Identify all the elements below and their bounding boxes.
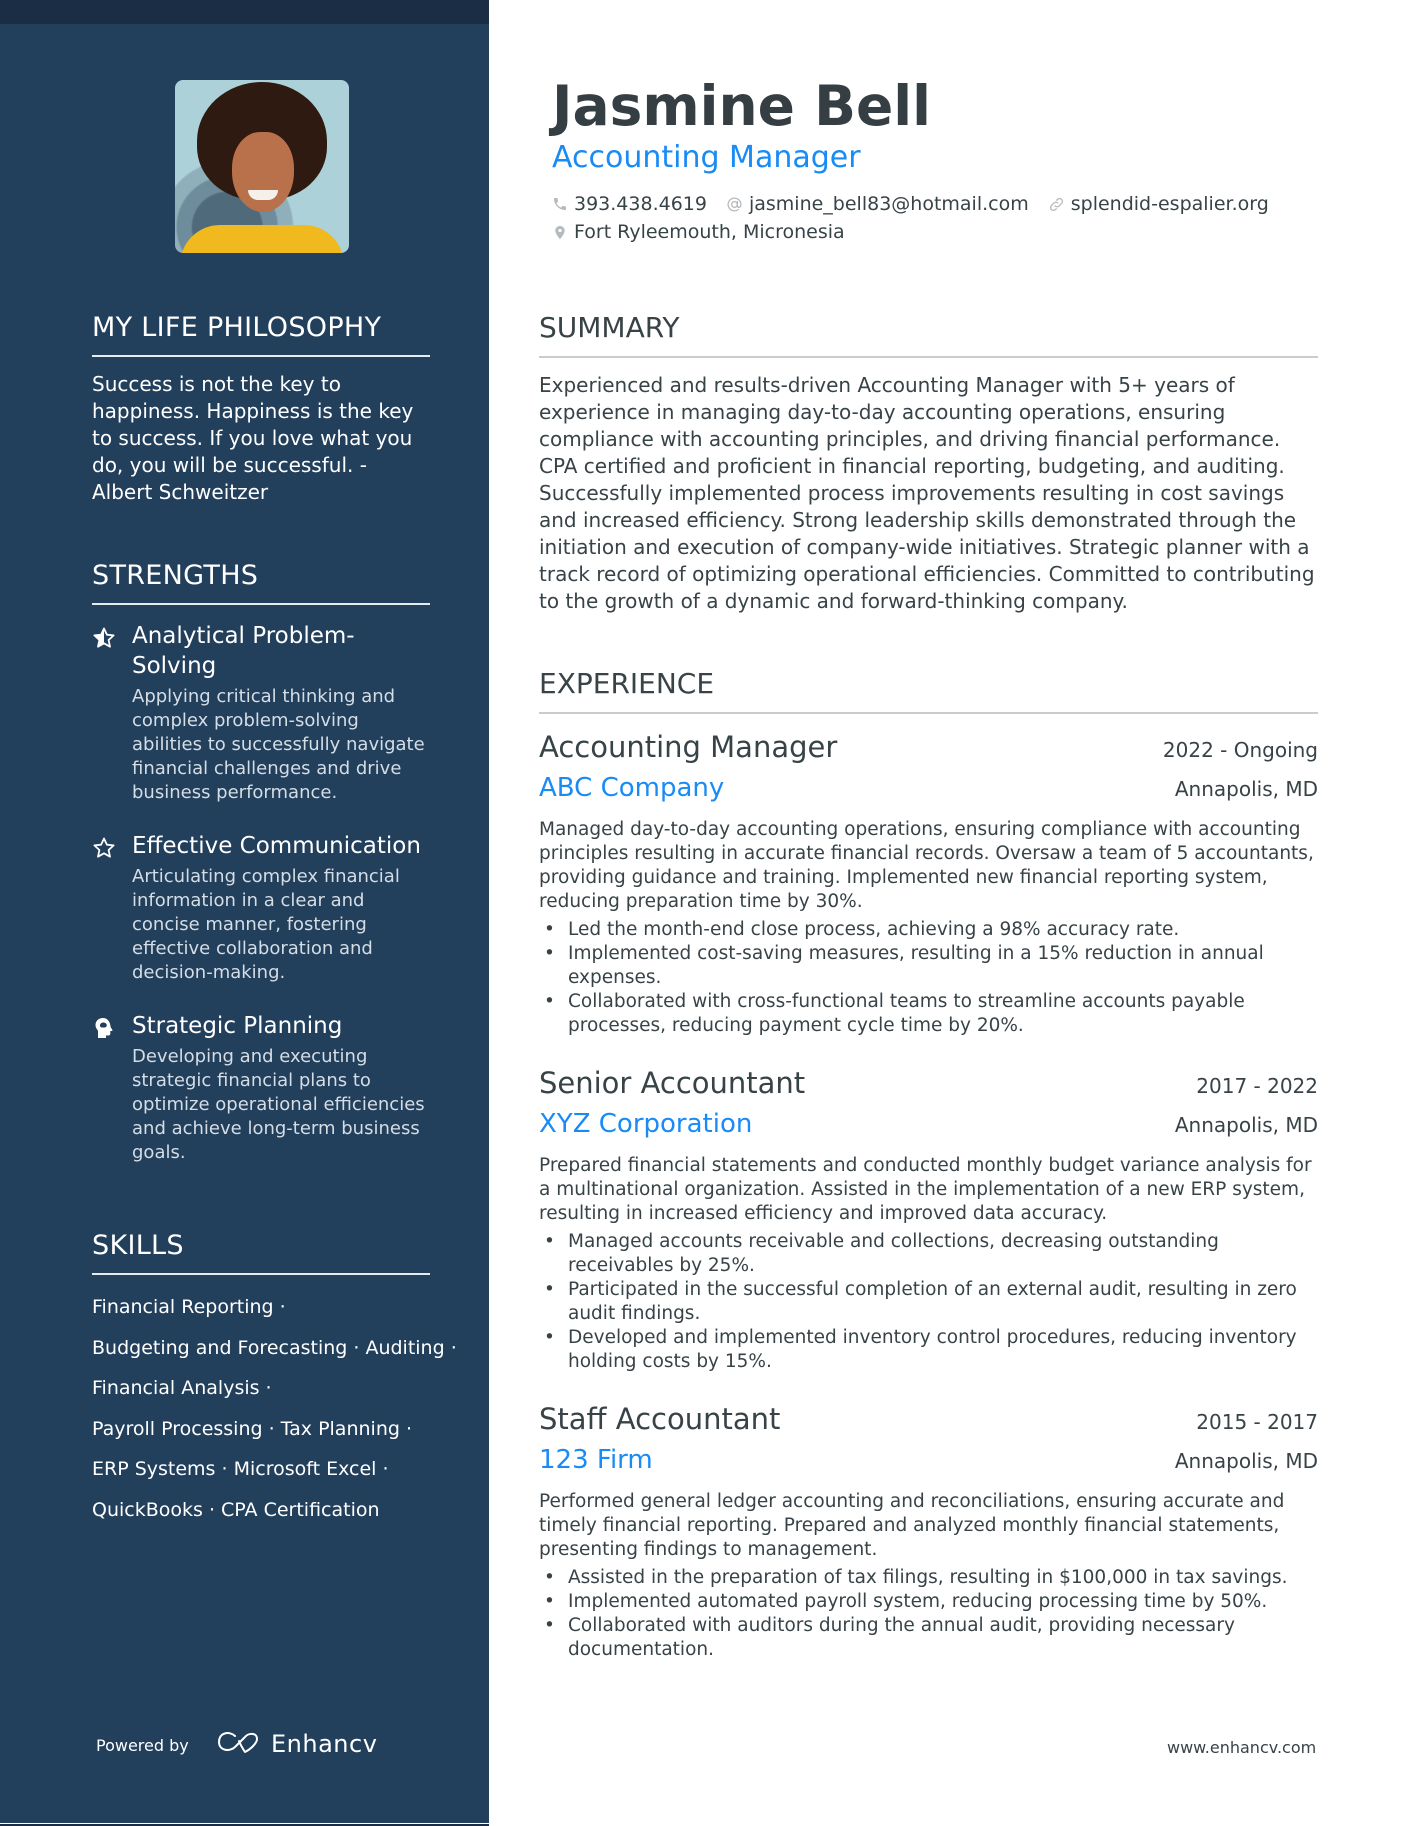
- link-icon: [1049, 197, 1063, 211]
- contact-row: 393.438.4619 jasmine_bell83@hotmail.com …: [552, 193, 1288, 215]
- job-bullets: Led the month-end close process, achievi…: [539, 918, 1318, 1038]
- job-bullet: Developed and implemented inventory cont…: [539, 1326, 1318, 1374]
- strength-description: Applying critical thinking and complex p…: [132, 686, 425, 803]
- head-brain-icon: [92, 1016, 116, 1040]
- enhancv-brand: Enhancv: [271, 1730, 378, 1758]
- experience-heading: EXPERIENCE: [539, 667, 1318, 714]
- skills-line: Payroll Processing · Tax Planning ·: [92, 1417, 412, 1440]
- summary-text: Experienced and results-driven Accountin…: [539, 373, 1315, 613]
- photo-face: [232, 132, 294, 212]
- location-text: Fort Ryleemouth, Micronesia: [574, 221, 845, 243]
- map-pin-icon: [555, 225, 565, 239]
- sidebar-top-band: [0, 0, 489, 24]
- phone-icon: [554, 198, 566, 210]
- job-title: Accounting Manager: [539, 730, 838, 764]
- job-bullet: Led the month-end close process, achievi…: [539, 918, 1318, 942]
- contact-website[interactable]: splendid-espalier.org: [1048, 193, 1269, 215]
- contact-location: Fort Ryleemouth, Micronesia: [552, 221, 845, 243]
- philosophy-heading: MY LIFE PHILOSOPHY: [92, 311, 430, 357]
- job-bullet: Managed accounts receivable and collecti…: [539, 1230, 1318, 1278]
- job-bullet: Participated in the successful completio…: [539, 1278, 1318, 1326]
- job-description: Performed general ledger accounting and …: [539, 1491, 1285, 1560]
- job-bullet: Assisted in the preparation of tax filin…: [539, 1566, 1318, 1590]
- contact-phone[interactable]: 393.438.4619: [552, 193, 707, 215]
- job-bullets: Managed accounts receivable and collecti…: [539, 1230, 1318, 1374]
- enhancv-logo[interactable]: Enhancv: [215, 1729, 377, 1759]
- skills-line: ERP Systems · Microsoft Excel ·: [92, 1458, 389, 1480]
- strength-description: Developing and executing strategic finan…: [132, 1046, 425, 1163]
- job-location: Annapolis, MD: [1174, 1113, 1318, 1137]
- job-bullets: Assisted in the preparation of tax filin…: [539, 1566, 1318, 1662]
- philosophy-quote: Success is not the key to happiness. Hap…: [92, 372, 414, 504]
- sidebar: MY LIFE PHILOSOPHY Success is not the ke…: [0, 0, 489, 1826]
- strength-description: Articulating complex financial informati…: [132, 866, 400, 983]
- job-company[interactable]: ABC Company: [539, 770, 724, 806]
- job-dates: 2015 - 2017: [1196, 1410, 1318, 1434]
- at-sign-icon: [727, 196, 742, 212]
- summary-heading: SUMMARY: [539, 311, 1318, 358]
- job-bullet: Implemented automated payroll system, re…: [539, 1590, 1318, 1614]
- skills-line: Budgeting and Forecasting · Auditing ·: [92, 1336, 457, 1359]
- summary-section: SUMMARY Experienced and results-driven A…: [539, 311, 1318, 635]
- job-company[interactable]: 123 Firm: [539, 1442, 653, 1478]
- strength-title: Effective Communication: [132, 833, 421, 859]
- strengths-heading: STRENGTHS: [92, 559, 430, 605]
- strength-item: Analytical Problem-Solving Applying crit…: [92, 621, 430, 805]
- powered-by-label: Powered by: [96, 1736, 189, 1755]
- footer-website-link[interactable]: www.enhancv.com: [1167, 1738, 1316, 1757]
- job-bullet: Collaborated with auditors during the an…: [539, 1614, 1318, 1662]
- job-company[interactable]: XYZ Corporation: [539, 1106, 752, 1142]
- experience-entry: Accounting Manager 2022 - Ongoing ABC Co…: [539, 728, 1318, 1038]
- candidate-name: Jasmine Bell: [552, 74, 932, 138]
- candidate-title: Accounting Manager: [552, 140, 861, 175]
- contact-row-location: Fort Ryleemouth, Micronesia: [552, 221, 864, 243]
- job-dates: 2017 - 2022: [1196, 1074, 1318, 1098]
- strength-title: Strategic Planning: [132, 1013, 343, 1039]
- job-description: Managed day-to-day accounting operations…: [539, 819, 1314, 912]
- experience-entry: Staff Accountant 2015 - 2017 123 Firm An…: [539, 1400, 1318, 1662]
- star-half-icon: [92, 626, 116, 650]
- strength-title: Analytical Problem-Solving: [132, 623, 355, 679]
- skills-section: SKILLS Financial Reporting · Budgeting a…: [92, 1229, 457, 1530]
- job-title: Staff Accountant: [539, 1402, 781, 1436]
- skills-line: QuickBooks · CPA Certification: [92, 1498, 380, 1521]
- job-location: Annapolis, MD: [1174, 777, 1318, 801]
- strength-item: Strategic Planning Developing and execut…: [92, 1011, 430, 1165]
- experience-entry: Senior Accountant 2017 - 2022 XYZ Corpor…: [539, 1064, 1318, 1374]
- job-bullet: Implemented cost-saving measures, result…: [539, 942, 1318, 990]
- job-title: Senior Accountant: [539, 1066, 806, 1100]
- strength-item: Effective Communication Articulating com…: [92, 831, 430, 985]
- contact-email[interactable]: jasmine_bell83@hotmail.com: [726, 193, 1029, 215]
- skills-line: Financial Reporting ·: [92, 1296, 286, 1318]
- star-outline-icon: [92, 836, 116, 860]
- experience-section: EXPERIENCE: [539, 667, 1318, 714]
- photo-sweater: [180, 225, 344, 253]
- enhancv-infinity-icon: [215, 1729, 261, 1759]
- email-text: jasmine_bell83@hotmail.com: [748, 193, 1029, 215]
- job-dates: 2022 - Ongoing: [1162, 738, 1318, 762]
- skills-heading: SKILLS: [92, 1229, 430, 1275]
- website-text: splendid-espalier.org: [1070, 193, 1269, 215]
- job-location: Annapolis, MD: [1174, 1449, 1318, 1473]
- strengths-section: STRENGTHS Analytical Problem-Solving App…: [92, 559, 430, 1165]
- skills-line: Financial Analysis ·: [92, 1377, 272, 1399]
- skills-list: Financial Reporting · Budgeting and Fore…: [92, 1287, 457, 1530]
- job-bullet: Collaborated with cross-functional teams…: [539, 990, 1318, 1038]
- phone-text: 393.438.4619: [574, 193, 707, 215]
- profile-photo: [175, 80, 349, 253]
- job-description: Prepared financial statements and conduc…: [539, 1155, 1312, 1224]
- philosophy-section: MY LIFE PHILOSOPHY Success is not the ke…: [92, 311, 430, 526]
